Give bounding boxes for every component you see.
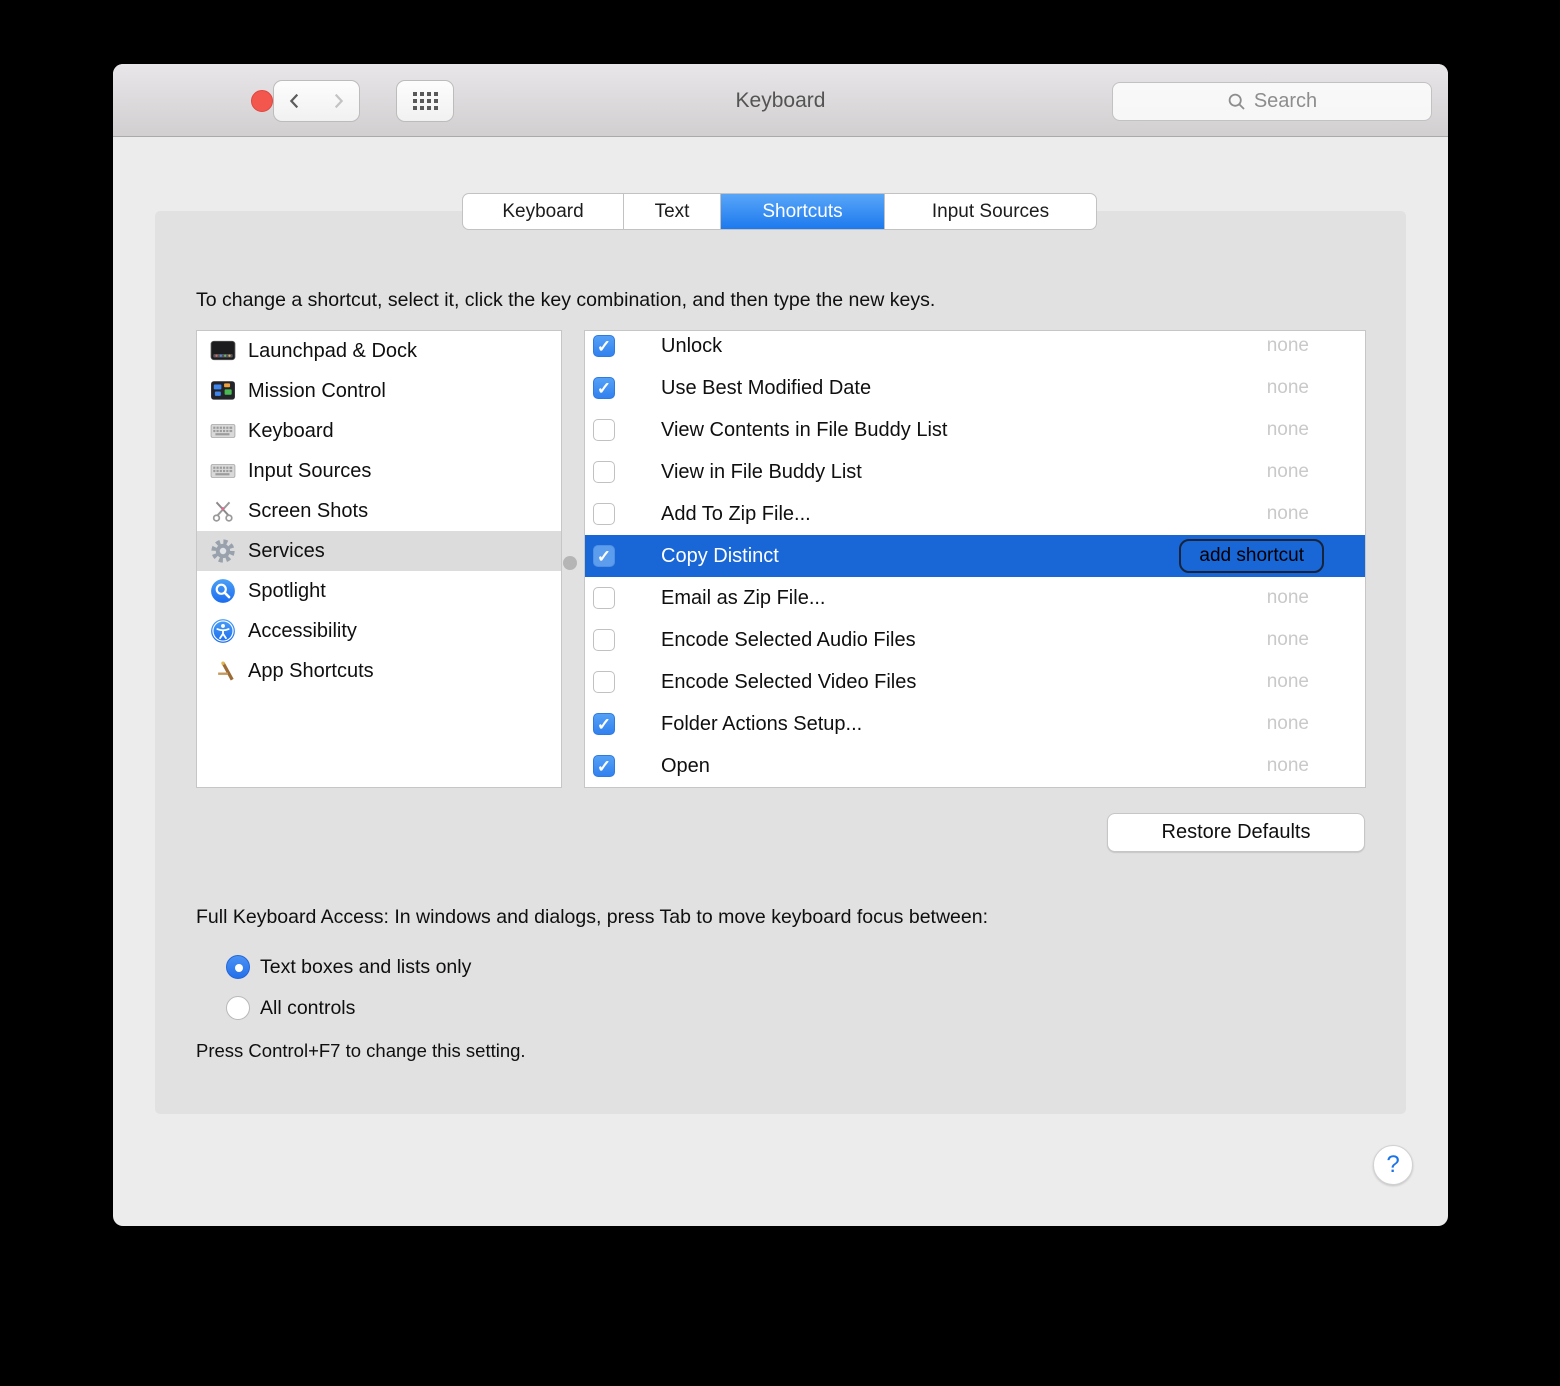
tab-input-sources[interactable]: Input Sources (884, 194, 1096, 229)
checkbox[interactable]: ✓ (593, 335, 615, 357)
service-row-view-in-file-buddy[interactable]: ✓ View in File Buddy List none (585, 451, 1365, 493)
grid-icon (412, 92, 438, 110)
screen: Keyboard Search Keyboard Text Shortcuts (0, 0, 1560, 1386)
radio-button[interactable] (226, 996, 250, 1020)
search-placeholder: Search (1253, 90, 1318, 112)
checkbox[interactable]: ✓ (593, 671, 615, 693)
titlebar[interactable]: Keyboard Search (113, 64, 1448, 137)
shortcut-value: none (1266, 671, 1309, 692)
search-input[interactable]: Search (1112, 82, 1432, 121)
shortcut-value: none (1266, 419, 1309, 440)
tab-shortcuts[interactable]: Shortcuts (720, 194, 884, 229)
search-icon (1228, 93, 1245, 110)
shortcut-categories-list: Launchpad & Dock Mission Control Keyboar… (196, 330, 562, 788)
checkbox[interactable]: ✓ (593, 377, 615, 399)
sidebar-item-mission-control[interactable]: Mission Control (197, 371, 561, 411)
control-f7-note: Press Control+F7 to change this setting. (196, 1040, 526, 1061)
service-row-encode-audio[interactable]: ✓ Encode Selected Audio Files none (585, 619, 1365, 661)
checkbox[interactable]: ✓ (593, 587, 615, 609)
shortcut-value: none (1266, 377, 1309, 398)
back-button[interactable] (273, 80, 317, 122)
sidebar-item-services[interactable]: Services (197, 531, 561, 571)
chevron-right-icon (334, 93, 343, 109)
spotlight-icon (210, 578, 236, 604)
service-row-encode-video[interactable]: ✓ Encode Selected Video Files none (585, 661, 1365, 703)
service-row-folder-actions-setup[interactable]: ✓ Folder Actions Setup... none (585, 703, 1365, 745)
restore-defaults-button[interactable]: Restore Defaults (1107, 813, 1365, 852)
checkbox[interactable]: ✓ (593, 755, 615, 777)
keyboard-icon (210, 418, 236, 444)
shortcut-value: none (1266, 713, 1309, 734)
help-button[interactable]: ? (1373, 1145, 1413, 1185)
screen-shots-icon (210, 498, 236, 524)
accessibility-icon (210, 618, 236, 644)
sidebar-item-input-sources[interactable]: Input Sources (197, 451, 561, 491)
shortcut-value: none (1266, 335, 1309, 356)
checkbox[interactable]: ✓ (593, 503, 615, 525)
sidebar-item-app-shortcuts[interactable]: App Shortcuts (197, 651, 561, 691)
sidebar-item-spotlight[interactable]: Spotlight (197, 571, 561, 611)
sidebar-item-accessibility[interactable]: Accessibility (197, 611, 561, 651)
services-gear-icon (210, 538, 236, 564)
chevron-left-icon (289, 93, 299, 109)
keyboard-preferences-window: Keyboard Search Keyboard Text Shortcuts (113, 64, 1448, 1226)
shortcut-value: none (1266, 503, 1309, 524)
forward-button[interactable] (316, 80, 360, 122)
services-list: ✓ Unlock none ✓ Use Best Modified Date n… (584, 330, 1366, 788)
checkbox[interactable]: ✓ (593, 461, 615, 483)
shortcut-value: none (1266, 755, 1309, 776)
service-row-view-contents-file-buddy[interactable]: ✓ View Contents in File Buddy List none (585, 409, 1365, 451)
instruction-text: To change a shortcut, select it, click t… (196, 289, 936, 311)
radio-button[interactable] (226, 955, 250, 979)
close-button[interactable] (251, 90, 273, 112)
sidebar-item-launchpad-dock[interactable]: Launchpad & Dock (197, 331, 561, 371)
full-keyboard-access-heading: Full Keyboard Access: In windows and dia… (196, 906, 988, 928)
service-row-unlock[interactable]: ✓ Unlock none (585, 331, 1365, 367)
checkbox[interactable]: ✓ (593, 629, 615, 651)
list-divider-dot (563, 556, 577, 570)
service-row-copy-distinct[interactable]: ✓ Copy Distinct add shortcut (585, 535, 1365, 577)
show-all-button[interactable] (396, 80, 454, 122)
add-shortcut-button[interactable]: add shortcut (1179, 539, 1324, 573)
radio-option-all-controls[interactable]: All controls (226, 996, 355, 1020)
service-row-open[interactable]: ✓ Open none (585, 745, 1365, 787)
shortcut-value: none (1266, 629, 1309, 650)
input-sources-icon (210, 458, 236, 484)
checkbox[interactable]: ✓ (593, 713, 615, 735)
app-shortcuts-icon (210, 658, 236, 684)
tab-text[interactable]: Text (623, 194, 720, 229)
question-mark-icon: ? (1386, 1151, 1400, 1178)
checkbox[interactable]: ✓ (593, 545, 615, 567)
checkbox[interactable]: ✓ (593, 419, 615, 441)
sidebar-item-keyboard[interactable]: Keyboard (197, 411, 561, 451)
service-row-add-to-zip[interactable]: ✓ Add To Zip File... none (585, 493, 1365, 535)
tab-keyboard[interactable]: Keyboard (463, 194, 623, 229)
radio-option-text-boxes[interactable]: Text boxes and lists only (226, 955, 471, 979)
shortcut-value: none (1266, 587, 1309, 608)
service-row-use-best-modified-date[interactable]: ✓ Use Best Modified Date none (585, 367, 1365, 409)
shortcut-value: none (1266, 461, 1309, 482)
mission-control-icon (210, 378, 236, 404)
sidebar-item-screen-shots[interactable]: Screen Shots (197, 491, 561, 531)
launchpad-dock-icon (210, 338, 236, 364)
service-row-email-as-zip[interactable]: ✓ Email as Zip File... none (585, 577, 1365, 619)
tab-bar: Keyboard Text Shortcuts Input Sources (462, 193, 1097, 230)
